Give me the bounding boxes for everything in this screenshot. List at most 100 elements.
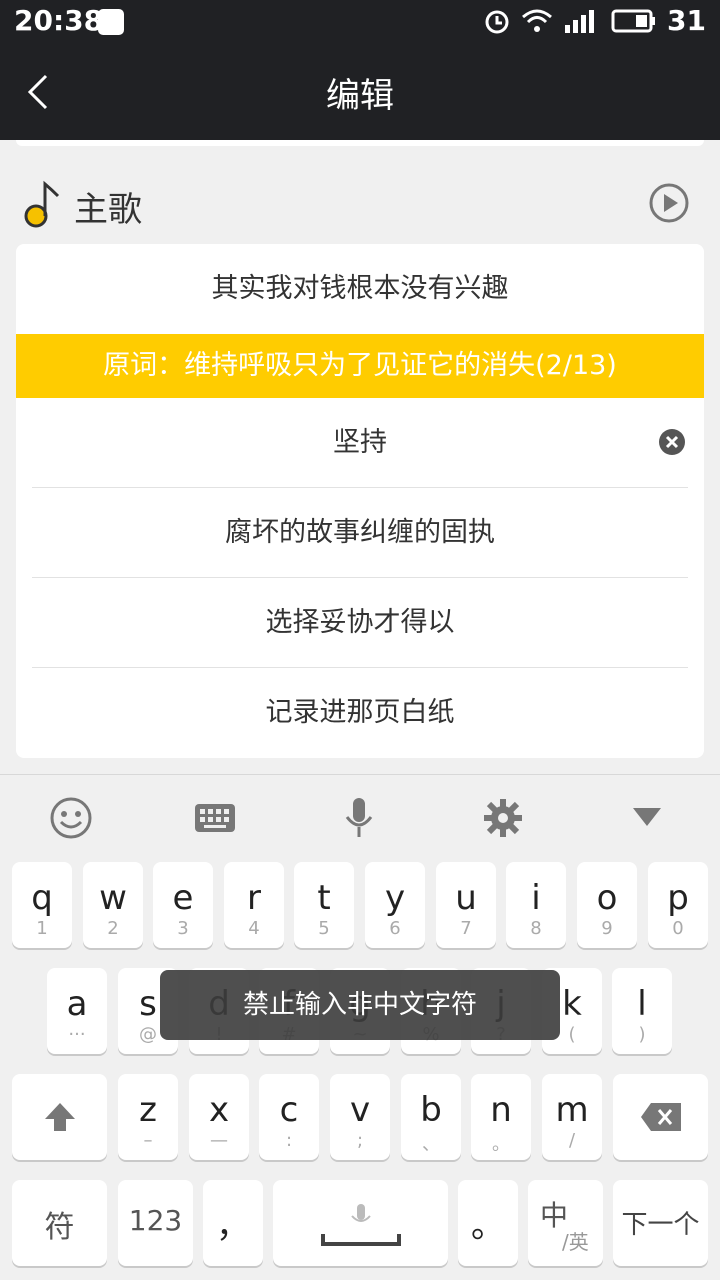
- numbers-key[interactable]: 123: [118, 1180, 193, 1266]
- key-sub: 1: [36, 918, 48, 939]
- emoji-icon[interactable]: [48, 795, 94, 841]
- previous-card-edge: [16, 140, 704, 146]
- key-char: p: [667, 878, 689, 918]
- collapse-keyboard-icon[interactable]: [624, 795, 670, 841]
- key-sub: –: [143, 1130, 153, 1151]
- key-char: e: [172, 878, 194, 918]
- key-char: v: [349, 1090, 371, 1130]
- battery-icon: [611, 9, 656, 32]
- lang-sub: /英: [562, 1230, 589, 1254]
- lyric-input-text: 坚持: [333, 427, 387, 458]
- key-char: 符: [44, 1210, 75, 1245]
- backspace-icon: [640, 1103, 681, 1131]
- key-sub: 9: [601, 918, 613, 939]
- lyric-line-current[interactable]: 其实我对钱根本没有兴趣: [16, 244, 704, 334]
- shift-key[interactable]: [12, 1074, 107, 1160]
- battery-level: 31: [667, 4, 706, 37]
- status-right: 31: [483, 4, 706, 37]
- page-title: 编辑: [326, 76, 394, 116]
- key-a[interactable]: a ···: [47, 968, 107, 1054]
- key-b[interactable]: b、: [401, 1074, 461, 1160]
- key-char: 123: [128, 1204, 183, 1237]
- period-key[interactable]: 。: [458, 1180, 518, 1266]
- clear-input-icon[interactable]: [658, 428, 686, 456]
- section-label: 主歌: [74, 190, 142, 230]
- backspace-key[interactable]: [613, 1074, 708, 1160]
- key-i[interactable]: i8: [506, 862, 566, 948]
- key-char: l: [637, 984, 647, 1024]
- key-char: ，: [216, 1206, 250, 1246]
- settings-gear-icon[interactable]: [480, 795, 526, 841]
- shift-arrow-icon: [44, 1103, 75, 1131]
- status-bar: 20:38 31: [0, 0, 720, 44]
- key-p[interactable]: p0: [648, 862, 708, 948]
- key-char: c: [279, 1090, 299, 1130]
- keyboard-toolbar: [0, 774, 720, 861]
- key-char: x: [208, 1090, 230, 1130]
- key-w[interactable]: w2: [83, 862, 143, 948]
- key-sub: 2: [107, 918, 119, 939]
- key-y[interactable]: y6: [365, 862, 425, 948]
- lyric-text: 记录进那页白纸: [265, 697, 455, 728]
- key-sub: :: [285, 1130, 293, 1151]
- comma-key[interactable]: ，: [203, 1180, 263, 1266]
- key-m[interactable]: m /: [542, 1074, 602, 1160]
- lyrics-card: 其实我对钱根本没有兴趣 原词：维持呼吸只为了见证它的消失(2/13) 坚持 腐坏…: [16, 244, 704, 758]
- key-sub: 4: [248, 918, 260, 939]
- microphone-icon[interactable]: [336, 795, 382, 841]
- key-char: q: [31, 878, 53, 918]
- section-header: 主歌: [0, 172, 720, 234]
- play-icon[interactable]: [648, 182, 690, 224]
- key-n[interactable]: n。: [471, 1074, 531, 1160]
- status-time: 20:38: [14, 4, 104, 37]
- lyric-text: 选择妥协才得以: [265, 607, 455, 638]
- key-char: r: [247, 878, 261, 918]
- key-sub: 0: [672, 918, 684, 939]
- key-c[interactable]: c:: [259, 1074, 319, 1160]
- key-sub: /: [568, 1130, 576, 1151]
- key-sub: 、: [422, 1134, 440, 1155]
- key-l[interactable]: l): [612, 968, 672, 1054]
- key-char: i: [531, 878, 541, 918]
- key-sub: 6: [389, 918, 401, 939]
- language-switch-key[interactable]: 中 /英: [528, 1180, 603, 1266]
- key-sub: 5: [318, 918, 330, 939]
- key-e[interactable]: e3: [153, 862, 213, 948]
- keyboard-icon[interactable]: [192, 795, 238, 841]
- next-key[interactable]: 下一个: [613, 1180, 708, 1266]
- key-v[interactable]: v;: [330, 1074, 390, 1160]
- key-char: 下一个: [621, 1210, 700, 1240]
- key-r[interactable]: r4: [224, 862, 284, 948]
- key-char: z: [139, 1090, 157, 1130]
- key-char: a: [66, 984, 88, 1024]
- key-sub: 8: [530, 918, 542, 939]
- key-sub: 7: [460, 918, 472, 939]
- lyric-edit-input[interactable]: 坚持: [16, 398, 704, 488]
- lyric-line[interactable]: 选择妥协才得以: [16, 578, 704, 668]
- lyric-line[interactable]: 腐坏的故事纠缠的固执: [16, 488, 704, 578]
- qq-notification-icon: [98, 9, 124, 35]
- key-char: y: [384, 878, 406, 918]
- key-q[interactable]: q1: [12, 862, 72, 948]
- app-bar: 编辑: [0, 44, 720, 140]
- original-lyric-banner: 原词：维持呼吸只为了见证它的消失(2/13): [16, 334, 704, 398]
- key-u[interactable]: u7: [436, 862, 496, 948]
- key-char: t: [317, 878, 331, 918]
- music-note-icon: [24, 180, 60, 228]
- key-char: 。: [471, 1206, 505, 1246]
- key-t[interactable]: t5: [294, 862, 354, 948]
- key-x[interactable]: x —: [189, 1074, 249, 1160]
- alarm-icon: [485, 10, 509, 33]
- key-sub: —: [210, 1130, 228, 1151]
- symbols-key[interactable]: 符: [12, 1180, 107, 1266]
- key-char: w: [99, 878, 127, 918]
- toast-message: 禁止输入非中文字符: [160, 970, 560, 1040]
- signal-4g-icon: [565, 9, 595, 33]
- space-key[interactable]: [273, 1180, 448, 1266]
- space-voice-icon: [320, 1204, 401, 1246]
- lyric-line[interactable]: 记录进那页白纸: [16, 668, 704, 758]
- key-o[interactable]: o9: [577, 862, 637, 948]
- key-z[interactable]: z –: [118, 1074, 178, 1160]
- key-char: o: [596, 878, 618, 918]
- key-sub: ;: [356, 1130, 364, 1151]
